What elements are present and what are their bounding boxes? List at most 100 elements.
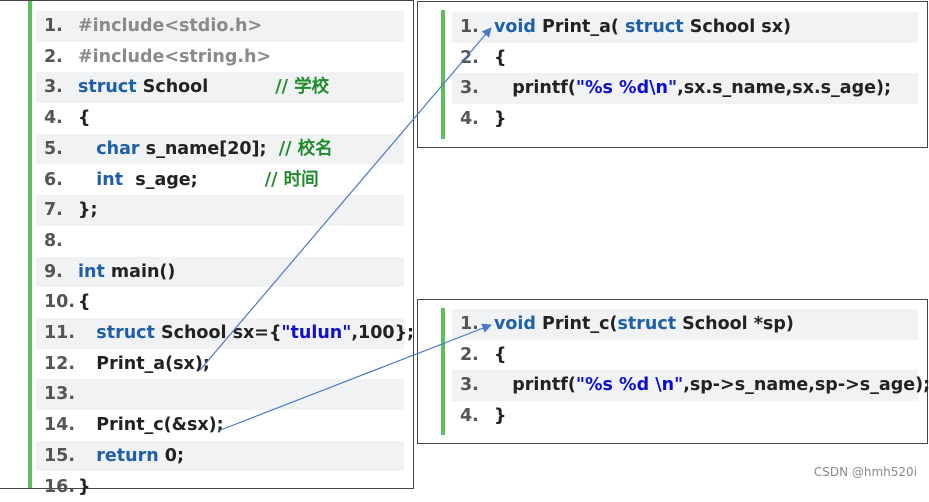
code-token	[78, 170, 96, 190]
line-number: 4.	[460, 401, 479, 432]
code-line: 16.}	[36, 472, 404, 502]
code-token: ,100};	[351, 323, 414, 343]
line-number: 10.	[44, 287, 75, 318]
code-text: printf("%s %d \n",sp->s_name,sp->s_age);	[494, 370, 929, 401]
line-number: 3.	[460, 370, 479, 401]
code-token: };	[78, 200, 97, 220]
code-line: 2. {	[452, 340, 918, 371]
code-line: 3. printf("%s %d\n",sx.s_name,sx.s_age);	[452, 73, 918, 104]
line-number: 14.	[44, 410, 75, 441]
code-line: 3. printf("%s %d \n",sp->s_name,sp->s_ag…	[452, 370, 918, 401]
code-token: School sx={	[155, 323, 282, 343]
code-token: s_age;	[123, 170, 265, 190]
code-text: }	[78, 472, 90, 502]
code-line: 3. struct School // 学校	[36, 72, 404, 103]
line-number: 2.	[460, 340, 479, 371]
code-text: struct School sx={"tulun",100};	[78, 318, 414, 349]
code-text: {	[78, 287, 90, 318]
code-text: #include<stdio.h>	[78, 11, 262, 42]
line-number: 4.	[460, 104, 479, 135]
code-token: struct	[78, 77, 137, 97]
line-number: 3.	[44, 72, 63, 103]
code-token: #include<stdio.h>	[78, 16, 262, 36]
code-token: School	[137, 77, 276, 97]
code-text: Print_c(&sx);	[78, 410, 224, 441]
code-token: Print_c(&sx);	[78, 415, 224, 435]
code-line: 11. struct School sx={"tulun",100};	[36, 318, 404, 349]
code-text: printf("%s %d\n",sx.s_name,sx.s_age);	[494, 73, 891, 104]
code-token: }	[78, 477, 90, 497]
print-a-code-panel: 1. void Print_a( struct School sx)2.{3. p…	[417, 1, 928, 148]
line-number: 1.	[460, 309, 479, 340]
code-token: School *sp)	[676, 314, 794, 334]
code-line: 14. Print_c(&sx);	[36, 410, 404, 441]
line-number: 16.	[44, 472, 75, 502]
line-number: 5.	[44, 134, 63, 165]
code-text: void Print_c(struct School *sp)	[494, 309, 794, 340]
code-line: 13.	[36, 379, 404, 410]
code-text: {	[78, 103, 90, 134]
code-text: #include<string.h>	[78, 42, 271, 73]
code-token: "tulun"	[281, 323, 351, 343]
code-line: 1. void Print_c(struct School *sp)	[452, 309, 918, 340]
code-line: 15. return 0;	[36, 441, 404, 472]
code-token	[78, 139, 96, 159]
code-line: 6. int s_age; // 时间	[36, 165, 404, 196]
code-token: \n	[649, 78, 668, 98]
line-number: 11.	[44, 318, 75, 349]
code-line: 8.	[36, 226, 404, 257]
code-token: void	[494, 17, 536, 37]
code-token: 0;	[159, 446, 184, 466]
gutter-bar	[441, 10, 445, 139]
code-token: int	[78, 262, 105, 282]
code-line: 4. {	[36, 103, 404, 134]
code-token: {	[78, 292, 90, 312]
code-token: printf(	[494, 375, 576, 395]
gutter-bar	[28, 1, 32, 488]
code-line: 12. Print_a(sx);	[36, 349, 404, 380]
code-token: \n	[655, 375, 674, 395]
code-token: ,sx.s_name,sx.s_age);	[677, 78, 891, 98]
line-number: 15.	[44, 441, 75, 472]
code-text: {	[494, 43, 506, 74]
code-token: printf(	[494, 78, 576, 98]
code-token: "	[674, 375, 683, 395]
code-text: void Print_a( struct School sx)	[494, 12, 791, 43]
code-line: 2.#include<string.h>	[36, 42, 404, 73]
code-token: // 校名	[279, 139, 333, 159]
line-number: 9.	[44, 257, 63, 288]
line-number: 8.	[44, 226, 63, 257]
code-token: char	[96, 139, 139, 159]
line-number: 1.	[44, 11, 63, 42]
code-token: "%s %d	[576, 78, 649, 98]
code-token	[78, 323, 96, 343]
code-text: char s_name[20]; // 校名	[78, 134, 333, 165]
code-line: 10.{	[36, 287, 404, 318]
code-token: {	[494, 48, 506, 68]
line-number: 1.	[460, 12, 479, 43]
code-token: }	[494, 406, 506, 426]
code-token: {	[494, 345, 506, 365]
code-text: };	[78, 195, 97, 226]
line-number: 6.	[44, 165, 63, 196]
code-text: {	[494, 340, 506, 371]
code-text: struct School // 学校	[78, 72, 329, 103]
line-number: 7.	[44, 195, 63, 226]
line-number: 12.	[44, 349, 75, 380]
code-line: 4.}	[452, 104, 918, 135]
code-token: main()	[105, 262, 176, 282]
code-token: s_name[20];	[140, 139, 279, 159]
code-token: #include<string.h>	[78, 47, 271, 67]
code-token	[78, 446, 96, 466]
code-token: struct	[625, 17, 684, 37]
code-text: Print_a(sx);	[78, 349, 210, 380]
code-line: 2.{	[452, 43, 918, 74]
line-number: 4.	[44, 103, 63, 134]
code-text: }	[494, 104, 506, 135]
code-line: 7.};	[36, 195, 404, 226]
code-line: 9. int main()	[36, 257, 404, 288]
code-token: }	[494, 109, 506, 129]
code-text: return 0;	[78, 441, 184, 472]
code-token: ,sp->s_name,sp->s_age);	[683, 375, 929, 395]
code-token: struct	[617, 314, 676, 334]
